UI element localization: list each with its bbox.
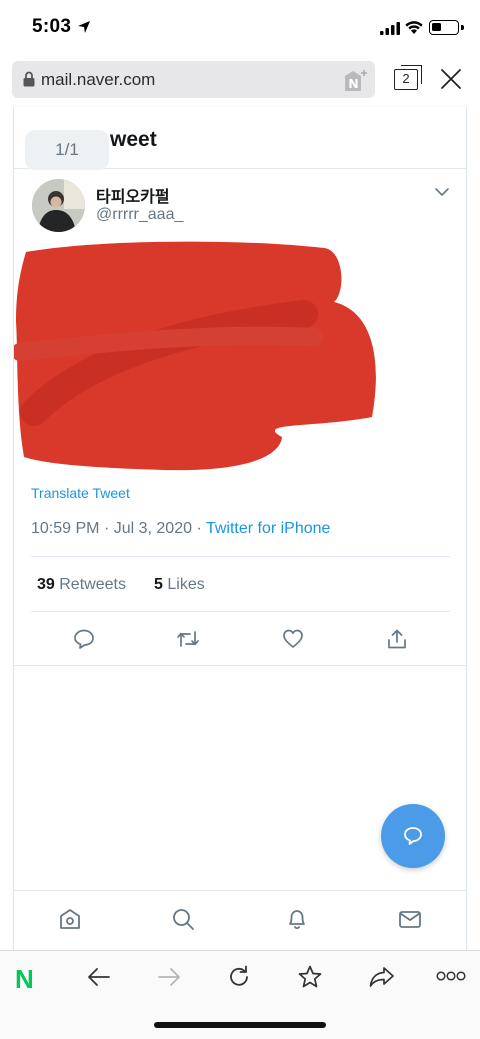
- avatar[interactable]: [32, 179, 85, 232]
- tabs-button[interactable]: 2: [394, 65, 422, 90]
- redacted-tweet-text: [14, 241, 376, 471]
- twitter-bottom-nav: [14, 890, 466, 950]
- author-display-name[interactable]: 타피오카펄: [96, 183, 170, 207]
- home-icon[interactable]: [58, 907, 82, 931]
- search-icon[interactable]: [171, 907, 195, 931]
- address-bar[interactable]: mail.naver.com: [12, 61, 375, 98]
- tweet-card: weet 1/1 타피오카펄 @rrrrr_aaa_ Translate Twe…: [13, 107, 467, 950]
- tweet-source-link[interactable]: Twitter for iPhone: [206, 520, 331, 537]
- status-bar: 5:03: [0, 0, 480, 56]
- avatar-photo: [32, 179, 85, 232]
- retweet-icon[interactable]: [176, 628, 200, 650]
- reload-icon[interactable]: [226, 964, 252, 990]
- lock-icon: [23, 71, 35, 87]
- cellular-signal-icon: [380, 22, 400, 35]
- tweet-stats: 39 Retweets 5 Likes: [31, 556, 450, 612]
- author-handle[interactable]: @rrrrr_aaa_: [96, 206, 183, 224]
- tweet-timestamp: 10:59 PM · Jul 3, 2020 · Twitter for iPh…: [31, 520, 330, 538]
- translate-tweet-link[interactable]: Translate Tweet: [31, 485, 130, 501]
- tweet-actions: [14, 612, 466, 666]
- forward-arrow-icon[interactable]: [156, 964, 182, 990]
- timestamp-separator: ·: [103, 520, 110, 537]
- notifications-bell-icon[interactable]: [285, 907, 309, 931]
- like-heart-icon[interactable]: [282, 628, 304, 650]
- bookmark-star-icon[interactable]: [297, 964, 323, 990]
- location-arrow-icon: [78, 21, 90, 33]
- retweets-count: 39: [37, 576, 55, 593]
- page-indicator: 1/1: [25, 130, 109, 170]
- chevron-down-icon[interactable]: [434, 187, 450, 197]
- tweet-date[interactable]: Jul 3, 2020: [114, 520, 192, 537]
- more-options-icon[interactable]: [436, 970, 466, 982]
- naver-add-icon[interactable]: [344, 69, 368, 93]
- wifi-icon: [405, 21, 423, 34]
- battery-icon: [429, 20, 459, 35]
- home-indicator[interactable]: [154, 1022, 326, 1028]
- battery-nub: [461, 25, 464, 30]
- tweet-time: 10:59 PM: [31, 520, 100, 537]
- messages-mail-icon[interactable]: [398, 907, 422, 931]
- naver-logo-button[interactable]: N: [15, 964, 34, 995]
- compose-reply-button[interactable]: [381, 804, 445, 868]
- status-time: 5:03: [32, 16, 72, 37]
- timestamp-separator: ·: [196, 520, 202, 537]
- compose-bubble-icon: [404, 827, 422, 845]
- close-icon[interactable]: [440, 68, 462, 90]
- url-text: mail.naver.com: [41, 70, 156, 89]
- share-arrow-icon[interactable]: [368, 964, 396, 990]
- likes-count: 5: [154, 576, 163, 593]
- share-icon[interactable]: [386, 628, 408, 650]
- retweets-stat[interactable]: 39 Retweets: [37, 576, 126, 594]
- reply-icon[interactable]: [73, 628, 95, 650]
- page-title: weet: [110, 128, 157, 151]
- retweets-label: Retweets: [59, 576, 126, 593]
- back-arrow-icon[interactable]: [86, 964, 112, 990]
- likes-label: Likes: [167, 576, 205, 593]
- likes-stat[interactable]: 5 Likes: [154, 576, 205, 594]
